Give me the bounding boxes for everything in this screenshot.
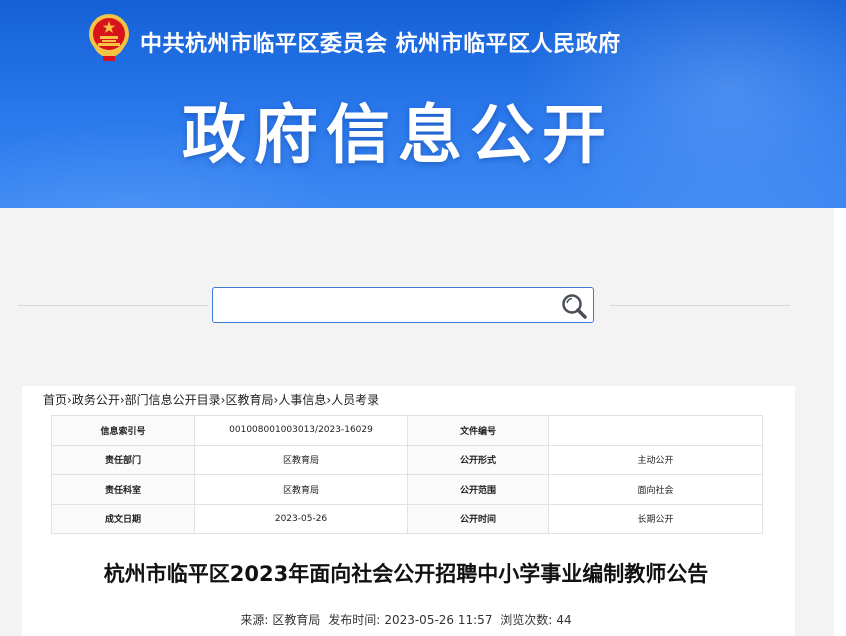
meta-label-date: 成文日期	[51, 503, 195, 534]
national-emblem-icon	[89, 14, 129, 61]
breadcrumb-gov-affairs[interactable]: 政务公开	[72, 393, 120, 407]
meta-label-scope: 公开范围	[407, 474, 549, 505]
views-label: 浏览次数:	[500, 613, 553, 627]
source-value: 区教育局	[272, 613, 321, 627]
org-title: 中共杭州市临平区委员会 杭州市临平区人民政府	[140, 32, 621, 57]
meta-label-doc-number: 文件编号	[407, 415, 549, 446]
table-row: 成文日期 2023-05-26 公开时间 长期公开	[51, 503, 763, 534]
search-divider-left	[18, 305, 208, 306]
breadcrumb-personnel-info[interactable]: 人事信息	[278, 393, 326, 407]
table-row: 责任科室 区教育局 公开范围 面向社会	[51, 474, 763, 505]
article-meta: 来源: 区教育局 发布时间: 2023-05-26 11:57 浏览次数: 44	[0, 611, 812, 628]
meta-value-period: 长期公开	[548, 503, 763, 534]
meta-label-form: 公开形式	[407, 444, 549, 475]
breadcrumb-home[interactable]: 首页	[43, 393, 67, 407]
search-divider-right	[610, 305, 790, 306]
meta-label-office: 责任科室	[51, 474, 195, 505]
breadcrumb: 首页›政务公开›部门信息公开目录›区教育局›人事信息›人员考录	[43, 393, 380, 407]
page-title: 政府信息公开	[182, 99, 614, 173]
article-title: 杭州市临平区2023年面向社会公开招聘中小学事业编制教师公告	[103, 562, 709, 586]
header-banner: 中共杭州市临平区委员会 杭州市临平区人民政府 政府信息公开	[0, 0, 846, 208]
meta-value-dept: 区教育局	[194, 444, 408, 475]
meta-value-doc-number	[548, 415, 763, 446]
breadcrumb-education-bureau[interactable]: 区教育局	[225, 393, 273, 407]
meta-value-scope: 面向社会	[548, 474, 763, 505]
views-count: 44	[556, 613, 572, 627]
meta-label-dept: 责任部门	[51, 444, 195, 475]
meta-value-form: 主动公开	[548, 444, 763, 475]
publish-label: 发布时间:	[328, 613, 381, 627]
meta-value-date: 2023-05-26	[194, 503, 408, 534]
table-row: 责任部门 区教育局 公开形式 主动公开	[51, 444, 763, 475]
meta-label-period: 公开时间	[407, 503, 549, 534]
breadcrumb-dept-directory[interactable]: 部门信息公开目录	[125, 393, 221, 407]
source-label: 来源:	[240, 613, 269, 627]
search-icon[interactable]	[558, 292, 590, 320]
breadcrumb-recruitment[interactable]: 人员考录	[331, 393, 379, 407]
search-box	[212, 287, 594, 323]
info-meta-table: 信息索引号 001008001003013/2023-16029 文件编号 责任…	[51, 415, 763, 534]
meta-value-office: 区教育局	[194, 474, 408, 505]
table-row: 信息索引号 001008001003013/2023-16029 文件编号	[51, 415, 763, 446]
publish-time: 2023-05-26 11:57	[384, 613, 493, 627]
meta-value-index: 001008001003013/2023-16029	[194, 415, 408, 446]
meta-label-index: 信息索引号	[51, 415, 195, 446]
search-input[interactable]	[221, 294, 551, 316]
